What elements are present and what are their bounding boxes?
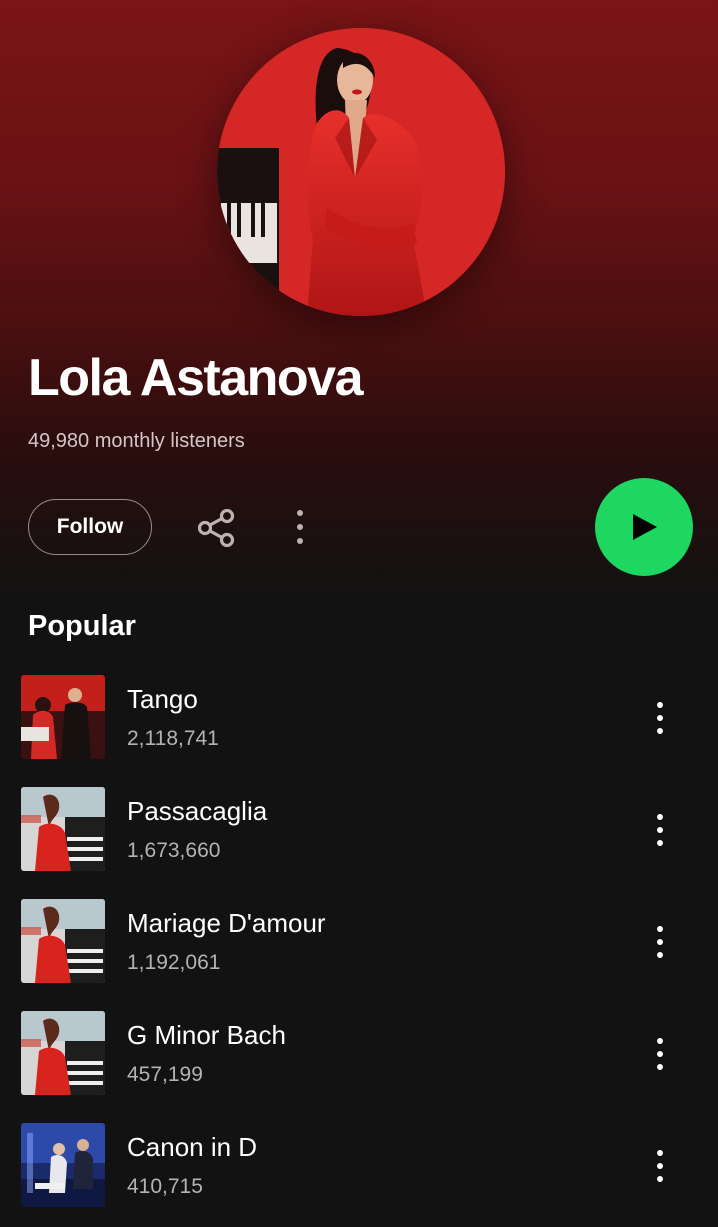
follow-button[interactable]: Follow: [28, 499, 152, 555]
cover-art: [21, 1011, 105, 1095]
cover-art: [21, 675, 105, 759]
share-button[interactable]: [193, 506, 239, 550]
track-title: G Minor Bach: [127, 1020, 286, 1050]
track-cover: [21, 1123, 105, 1207]
track-title: Tango: [127, 684, 198, 714]
share-icon: [197, 509, 235, 547]
track-row[interactable]: Canon in D 410,715: [0, 1120, 718, 1210]
artist-photo: [217, 28, 505, 316]
cover-art: [21, 1123, 105, 1207]
track-title: Passacaglia: [127, 796, 268, 826]
track-more-button[interactable]: [646, 810, 674, 850]
popular-heading: Popular: [28, 610, 136, 642]
cover-art: [21, 899, 105, 983]
vertical-dots-icon: [657, 1038, 663, 1070]
artist-name: Lola Astanova: [28, 349, 364, 407]
track-row[interactable]: G Minor Bach 457,199: [0, 1008, 718, 1098]
track-title: Canon in D: [127, 1132, 258, 1162]
cover-art: [21, 787, 105, 871]
track-more-button[interactable]: [646, 1146, 674, 1186]
vertical-dots-icon: [657, 702, 663, 734]
play-button[interactable]: [595, 478, 693, 576]
track-cover: [21, 787, 105, 871]
artist-avatar: [217, 28, 505, 316]
track-row[interactable]: Passacaglia 1,673,660: [0, 784, 718, 874]
track-more-button[interactable]: [646, 922, 674, 962]
track-play-count: 457,199: [127, 1063, 203, 1086]
more-options-button[interactable]: [284, 504, 316, 550]
monthly-listeners: 49,980 monthly listeners: [28, 430, 245, 452]
vertical-dots-icon: [297, 510, 303, 544]
track-row[interactable]: Tango 2,118,741: [0, 672, 718, 762]
vertical-dots-icon: [657, 1150, 663, 1182]
track-more-button[interactable]: [646, 698, 674, 738]
play-icon: [633, 514, 657, 540]
vertical-dots-icon: [657, 926, 663, 958]
track-play-count: 1,192,061: [127, 951, 221, 974]
track-play-count: 410,715: [127, 1175, 203, 1198]
track-cover: [21, 899, 105, 983]
track-cover: [21, 675, 105, 759]
track-play-count: 2,118,741: [127, 727, 219, 750]
vertical-dots-icon: [657, 814, 663, 846]
track-cover: [21, 1011, 105, 1095]
track-more-button[interactable]: [646, 1034, 674, 1074]
track-play-count: 1,673,660: [127, 839, 221, 862]
track-title: Mariage D'amour: [127, 908, 326, 938]
track-row[interactable]: Mariage D'amour 1,192,061: [0, 896, 718, 986]
